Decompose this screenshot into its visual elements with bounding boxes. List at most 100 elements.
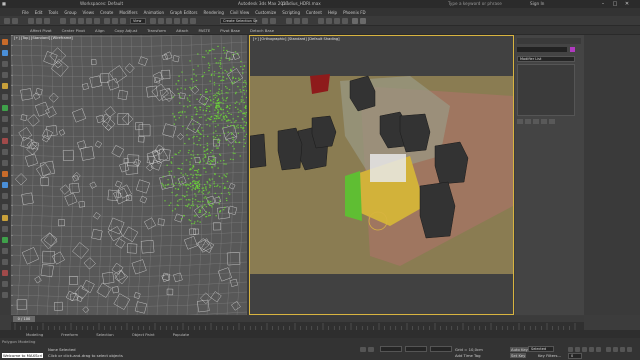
add-time-tag[interactable]: Add Time Tag	[455, 353, 480, 358]
key-mode-dropdown[interactable]: Selected	[528, 346, 554, 352]
snap-toggle-icon[interactable]	[166, 18, 172, 24]
configure-modifier-sets-icon[interactable]	[549, 119, 555, 124]
link-icon[interactable]	[28, 18, 34, 24]
select-object-icon[interactable]	[70, 18, 76, 24]
spinner-snap-icon[interactable]	[190, 18, 196, 24]
menu-item-graph-editors[interactable]: Graph Editors	[170, 10, 197, 15]
go-to-start-icon[interactable]	[568, 347, 573, 352]
key-filters-button[interactable]: Key Filters...	[538, 353, 561, 358]
current-frame-field[interactable]: 0	[568, 353, 582, 359]
reference-coordinate-dropdown[interactable]: View	[130, 18, 146, 24]
ribbon-copy-adjust-button[interactable]: Copy Adjust	[115, 28, 138, 33]
modify-icon[interactable]	[2, 182, 8, 188]
unlink-icon[interactable]	[36, 18, 42, 24]
move-icon[interactable]	[104, 18, 110, 24]
percent-snap-icon[interactable]	[182, 18, 188, 24]
utilities-icon[interactable]	[2, 94, 8, 100]
ribbon-align-button[interactable]: Align	[95, 28, 105, 33]
create-icon[interactable]	[2, 39, 8, 45]
command-tabs[interactable]	[517, 38, 581, 44]
render-setup-icon[interactable]	[326, 18, 332, 24]
viewport-label-left[interactable]: [+] [Top] [Standard] [Wireframe]	[14, 36, 73, 40]
menu-item-animation[interactable]: Animation	[144, 10, 164, 15]
maximize-button[interactable]: □	[610, 0, 620, 8]
cameras-icon[interactable]	[2, 270, 8, 276]
modify-icon[interactable]	[2, 50, 8, 56]
selection-set-dropdown[interactable]: Create Selection Se	[220, 18, 257, 24]
tab-selection[interactable]: Selection	[96, 332, 114, 337]
previous-frame-icon[interactable]	[575, 347, 580, 352]
hierarchy-icon[interactable]	[2, 193, 8, 199]
menu-item-edit[interactable]: Edit	[35, 10, 43, 15]
window-crossing-icon[interactable]	[94, 18, 100, 24]
tab-populate[interactable]: Populate	[173, 332, 190, 337]
pan-icon[interactable]	[620, 347, 625, 352]
mirror-icon[interactable]	[262, 18, 268, 24]
menu-item-create[interactable]: Create	[100, 10, 113, 15]
tab-freeform[interactable]: Freeform	[61, 332, 78, 337]
sign-in-link[interactable]: Sign In	[530, 1, 544, 6]
show-end-result-icon[interactable]	[525, 119, 531, 124]
ribbon-detach-base-button[interactable]: Detach Base	[250, 28, 274, 33]
cameras-icon[interactable]	[2, 138, 8, 144]
menu-item-help[interactable]: Help	[328, 10, 337, 15]
maximize-viewport-icon[interactable]	[627, 347, 632, 352]
ribbon-transform-button[interactable]: Transform	[147, 28, 166, 33]
selection-filter-icon[interactable]	[60, 18, 66, 24]
app-logo-icon[interactable]: ■	[2, 1, 6, 6]
selection-lock-icon[interactable]	[368, 347, 374, 352]
set-key-button[interactable]: Set Key	[510, 353, 527, 358]
motion-icon[interactable]	[2, 204, 8, 210]
hierarchy-icon[interactable]	[2, 61, 8, 67]
rendered-frame-icon[interactable]	[334, 18, 340, 24]
orbit-icon[interactable]	[613, 347, 618, 352]
object-name-field[interactable]	[517, 47, 567, 52]
close-button[interactable]: ✕	[622, 0, 632, 8]
helpers-icon[interactable]	[2, 281, 8, 287]
menu-item-modifiers[interactable]: Modifiers	[119, 10, 137, 15]
menu-item-rendering[interactable]: Rendering	[204, 10, 224, 15]
utilities-icon[interactable]	[2, 226, 8, 232]
viewport-label-right[interactable]: [+] [Orthographic] [Standard] [Default S…	[253, 37, 340, 41]
geometry-icon[interactable]	[2, 105, 8, 111]
lights-icon[interactable]	[2, 259, 8, 265]
next-frame-icon[interactable]	[589, 347, 594, 352]
go-to-end-icon[interactable]	[596, 347, 601, 352]
geometry-icon[interactable]	[2, 237, 8, 243]
object-color-swatch[interactable]	[570, 47, 575, 52]
make-unique-icon[interactable]	[533, 119, 539, 124]
rectangle-selection-icon[interactable]	[86, 18, 92, 24]
bind-space-warp-icon[interactable]	[44, 18, 50, 24]
rotate-icon[interactable]	[112, 18, 118, 24]
active-shade-icon[interactable]	[360, 18, 366, 24]
create-icon[interactable]	[2, 171, 8, 177]
timeline[interactable]: 0 / 100	[11, 316, 584, 330]
menu-item-group[interactable]: Group	[64, 10, 76, 15]
render-frame-window-icon[interactable]	[352, 18, 358, 24]
menu-item-content[interactable]: Content	[306, 10, 322, 15]
systems-icon[interactable]	[2, 160, 8, 166]
redo-icon[interactable]	[12, 18, 18, 24]
display-icon[interactable]	[2, 215, 8, 221]
coord-y-field[interactable]	[405, 346, 427, 352]
isolate-selection-icon[interactable]	[360, 347, 366, 352]
menu-item-tools[interactable]: Tools	[48, 10, 58, 15]
modifier-list-dropdown[interactable]: Modifier List	[517, 56, 575, 62]
motion-icon[interactable]	[2, 72, 8, 78]
menu-item-civil-view[interactable]: Civil View	[230, 10, 249, 15]
workspace-dropdown[interactable]: Workspaces: Default	[80, 1, 123, 6]
search-input[interactable]: Type a keyword or phrase	[448, 1, 502, 6]
viewport-top-wireframe[interactable]: [+] [Top] [Standard] [Wireframe]	[11, 35, 247, 315]
menu-item-scripting[interactable]: Scripting	[282, 10, 300, 15]
zoom-icon[interactable]	[606, 347, 611, 352]
ribbon-pivot-base-button[interactable]: Pivot Base	[220, 28, 240, 33]
pivot-icon[interactable]	[158, 18, 164, 24]
layer-explorer-icon[interactable]	[286, 18, 292, 24]
display-icon[interactable]	[2, 83, 8, 89]
auto-key-button[interactable]: Auto Key	[510, 347, 529, 352]
systems-icon[interactable]	[2, 292, 8, 298]
align-icon[interactable]	[270, 18, 276, 24]
pin-stack-icon[interactable]	[517, 119, 523, 124]
lights-icon[interactable]	[2, 127, 8, 133]
tab-modeling[interactable]: Modeling	[26, 332, 43, 337]
